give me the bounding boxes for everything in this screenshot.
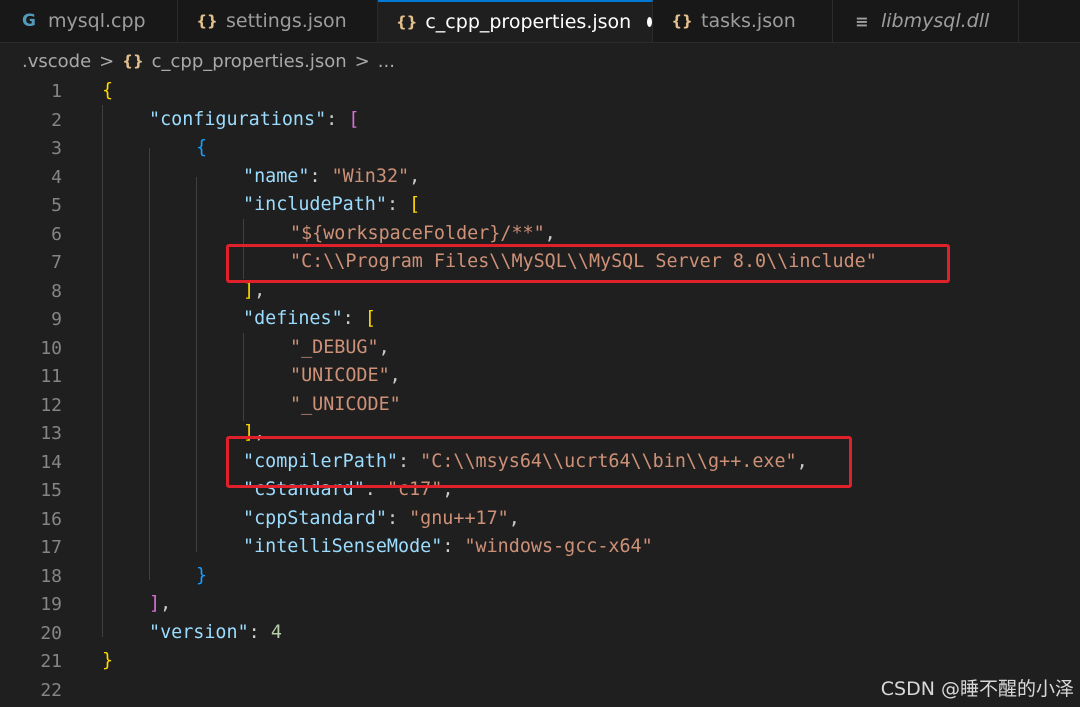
json-braces-icon: {} xyxy=(396,13,418,31)
code-line: } xyxy=(102,650,114,671)
line-number: 3 xyxy=(51,138,62,159)
line-number: 19 xyxy=(40,594,62,615)
breadcrumb-folder[interactable]: .vscode xyxy=(22,51,91,72)
unsaved-dot-icon[interactable] xyxy=(647,17,652,27)
code-line: ], xyxy=(243,280,266,301)
code-line: "intelliSenseMode": "windows-gcc-x64" xyxy=(243,536,653,557)
code-line: { xyxy=(196,137,208,158)
breadcrumb-symbols[interactable]: ... xyxy=(378,51,395,72)
watermark: CSDN @睡不醒的小泽 xyxy=(880,678,1074,700)
indent-guide xyxy=(196,177,197,552)
line-number: 13 xyxy=(40,423,62,444)
highlight-box-include-path xyxy=(226,244,950,283)
line-number: 2 xyxy=(51,110,62,131)
tab-label: tasks.json xyxy=(701,10,796,32)
code-line: "name": "Win32", xyxy=(243,166,421,187)
line-number: 5 xyxy=(51,195,62,216)
code-line: "${workspaceFolder}/**", xyxy=(290,223,556,244)
indent-guide xyxy=(149,148,150,580)
tab-label: settings.json xyxy=(226,10,347,32)
binary-file-icon: ≡ xyxy=(855,11,869,31)
breadcrumb: .vscode > {} c_cpp_properties.json > ... xyxy=(22,48,395,74)
code-line: "UNICODE", xyxy=(290,365,401,386)
line-number: 14 xyxy=(40,452,62,473)
code-line: "version": 4 xyxy=(149,622,282,643)
indent-guide xyxy=(102,105,103,637)
line-number: 17 xyxy=(40,537,62,558)
code-line: ], xyxy=(149,593,172,614)
highlight-box-compiler-path xyxy=(226,436,852,488)
line-number: 1 xyxy=(51,81,62,102)
tab-c-cpp-properties-json[interactable]: {} c_cpp_properties.json xyxy=(378,0,653,42)
tab-label: mysql.cpp xyxy=(48,10,146,32)
tab-tasks-json[interactable]: {} tasks.json xyxy=(653,0,833,42)
line-number: 6 xyxy=(51,224,62,245)
tab-label: c_cpp_properties.json xyxy=(425,11,632,33)
tab-mysql-cpp[interactable]: G mysql.cpp xyxy=(0,0,178,42)
line-number: 7 xyxy=(51,252,62,273)
code-line: "cppStandard": "gnu++17", xyxy=(243,508,520,529)
editor-tab-bar: G mysql.cpp {} settings.json {} c_cpp_pr… xyxy=(0,0,1080,43)
line-number: 4 xyxy=(51,167,62,188)
line-number: 8 xyxy=(51,281,62,302)
code-line: "_UNICODE" xyxy=(290,394,401,415)
line-number: 18 xyxy=(40,566,62,587)
code-line: "includePath": [ xyxy=(243,194,421,215)
tab-label: libmysql.dll xyxy=(881,10,990,32)
line-number: 10 xyxy=(40,338,62,359)
cpp-file-icon: G xyxy=(22,11,36,31)
chevron-right-icon: > xyxy=(99,50,115,72)
json-braces-icon: {} xyxy=(122,52,144,70)
code-line: { xyxy=(102,80,114,101)
code-editor[interactable]: 1 2 3 4 5 6 7 8 9 10 11 12 13 14 15 16 1… xyxy=(0,77,1080,707)
line-number: 9 xyxy=(51,309,62,330)
code-line: } xyxy=(196,565,208,586)
line-number: 22 xyxy=(40,680,62,701)
line-number: 15 xyxy=(40,480,62,501)
json-braces-icon: {} xyxy=(196,12,218,30)
tab-libmysql-dll[interactable]: ≡ libmysql.dll xyxy=(833,0,1019,42)
indent-guide xyxy=(243,333,244,421)
json-braces-icon: {} xyxy=(671,12,693,30)
tab-settings-json[interactable]: {} settings.json xyxy=(178,0,378,42)
code-line: "_DEBUG", xyxy=(290,337,390,358)
line-number: 12 xyxy=(40,395,62,416)
chevron-right-icon: > xyxy=(354,50,370,72)
code-line: "configurations": [ xyxy=(149,109,360,130)
line-number: 11 xyxy=(40,366,62,387)
line-number: 20 xyxy=(40,623,62,644)
breadcrumb-file[interactable]: c_cpp_properties.json xyxy=(152,51,347,72)
line-number: 16 xyxy=(40,509,62,530)
code-line: "defines": [ xyxy=(243,308,376,329)
line-number: 21 xyxy=(40,651,62,672)
